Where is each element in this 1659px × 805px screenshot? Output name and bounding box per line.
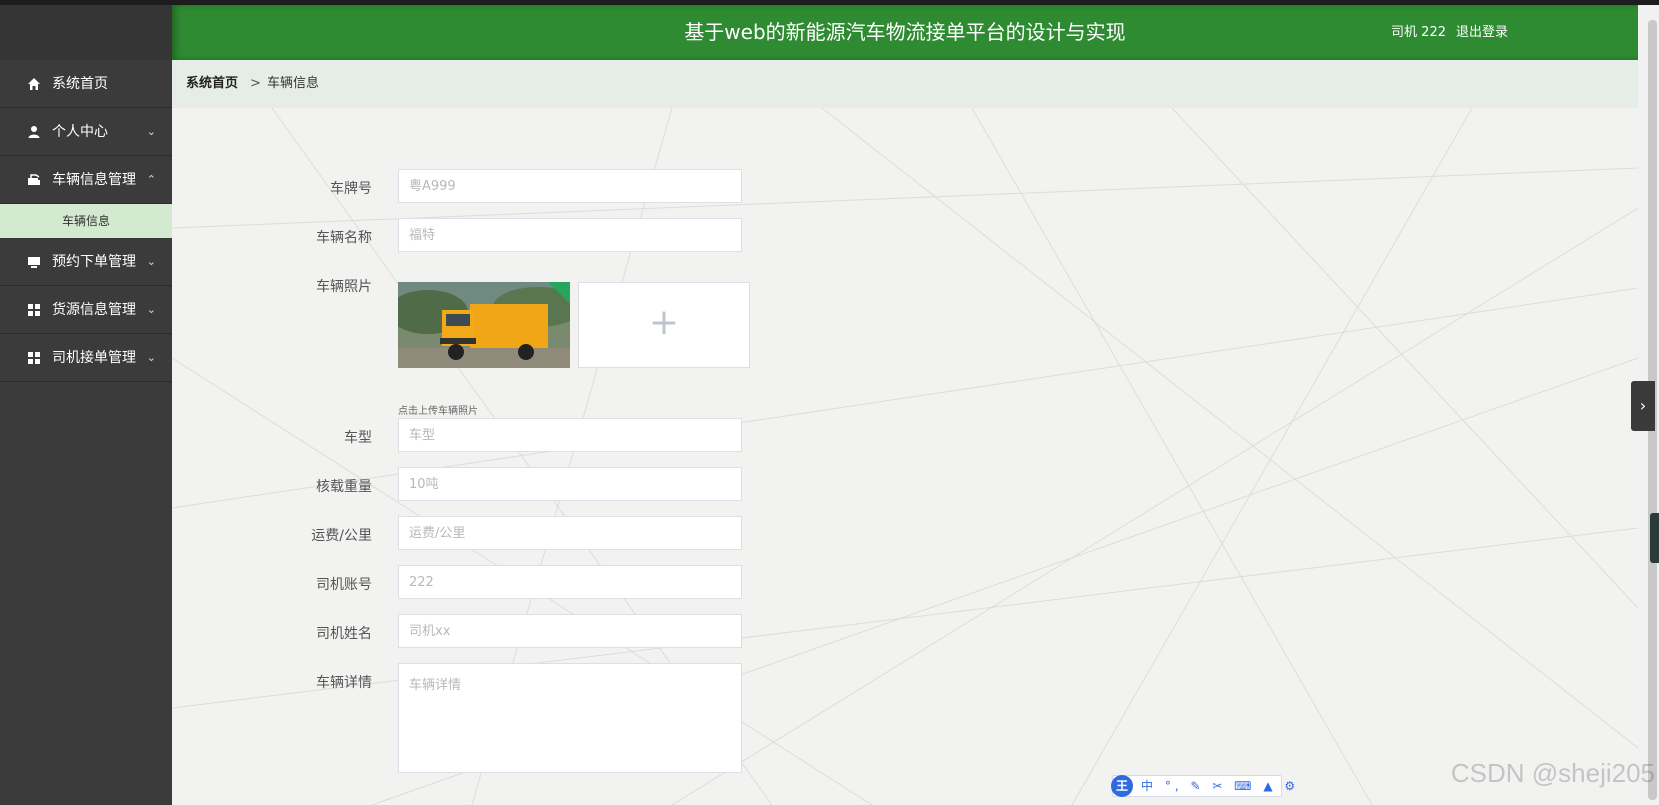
breadcrumb-separator: > — [250, 76, 261, 91]
ime-tool-icons[interactable]: 中 °, ✎ ✂ ⌨ ▲ ⚙ — [1141, 776, 1299, 796]
monitor-icon — [28, 257, 40, 268]
breadcrumb: 系统首页 > 车辆信息 — [172, 60, 1638, 108]
sidebar-logo-area — [0, 5, 172, 60]
driver-account-input[interactable] — [398, 565, 742, 599]
driver-account-label: 司机账号 — [316, 577, 372, 593]
chevron-down-icon: ⌄ — [146, 351, 156, 364]
upload-hint: 点击上传车辆照片 — [398, 406, 478, 417]
ime-toolbar[interactable]: 王 中 °, ✎ ✂ ⌨ ▲ ⚙ — [1111, 775, 1295, 797]
sidebar-item-label: 预约下单管理 — [52, 254, 136, 270]
vehicle-name-label: 车辆名称 — [316, 230, 372, 246]
load-capacity-label: 核载重量 — [316, 479, 372, 495]
vehicle-detail-label: 车辆详情 — [316, 675, 372, 691]
sidebar-item-booking-management[interactable]: 预约下单管理 ⌄ — [0, 238, 172, 286]
vehicle-icon — [28, 174, 40, 185]
breadcrumb-home-link[interactable]: 系统首页 — [186, 60, 238, 108]
current-user: 司机 222 — [1391, 25, 1446, 40]
sidebar-item-label: 系统首页 — [52, 76, 108, 92]
load-capacity-input[interactable] — [398, 467, 742, 501]
driver-name-input[interactable] — [398, 614, 742, 648]
side-handle[interactable] — [1650, 513, 1659, 563]
grid-icon — [28, 304, 40, 316]
sidebar-subitem-vehicle-info[interactable]: 车辆信息 — [0, 204, 172, 238]
logout-button[interactable]: 退出登录 — [1456, 5, 1508, 60]
truck-photo — [398, 282, 570, 368]
home-icon — [28, 78, 40, 90]
plus-icon: + — [648, 302, 680, 343]
breadcrumb-current: 车辆信息 — [267, 76, 320, 91]
background-pattern — [172, 108, 1638, 805]
sidebar-subitem-label: 车辆信息 — [62, 214, 111, 228]
page: 系统首页 个人中心 ⌄ 车辆信息管理 ⌃ 车辆信息 预约下单管理 ⌄ 货源信息管… — [0, 0, 1659, 805]
top-header: 基于web的新能源汽车物流接单平台的设计与实现 司机 222 退出登录 — [172, 5, 1638, 60]
vehicle-detail-textarea[interactable] — [398, 663, 742, 773]
sidebar-item-label: 车辆信息管理 — [52, 172, 136, 188]
chevron-down-icon: ⌄ — [146, 255, 156, 268]
sidebar-item-cargo-management[interactable]: 货源信息管理 ⌄ — [0, 286, 172, 334]
vehicle-type-label: 车型 — [344, 430, 372, 446]
chevron-right-icon: › — [1639, 396, 1647, 415]
sidebar-item-vehicle-management[interactable]: 车辆信息管理 ⌃ — [0, 156, 172, 204]
vehicle-name-input[interactable] — [398, 218, 742, 252]
plate-label: 车牌号 — [330, 181, 372, 197]
photo-upload-button[interactable]: + — [578, 282, 750, 368]
sidebar-item-personal-center[interactable]: 个人中心 ⌄ — [0, 108, 172, 156]
user-icon — [28, 126, 40, 138]
main-content: 车牌号 车辆名称 车辆照片 + 点击上传车辆照片 — [172, 108, 1638, 805]
freight-rate-input[interactable] — [398, 516, 742, 550]
vehicle-photo-label: 车辆照片 — [316, 279, 372, 295]
ime-logo-icon[interactable]: 王 — [1111, 775, 1133, 797]
watermark: CSDN @sheji205 — [1450, 758, 1655, 788]
vehicle-type-input[interactable] — [398, 418, 742, 452]
sidebar-item-label: 货源信息管理 — [52, 302, 136, 318]
sidebar: 系统首页 个人中心 ⌄ 车辆信息管理 ⌃ 车辆信息 预约下单管理 ⌄ 货源信息管… — [0, 5, 172, 805]
chevron-up-icon: ⌃ — [146, 173, 156, 186]
freight-rate-label: 运费/公里 — [311, 528, 372, 544]
grid-icon — [28, 352, 40, 364]
sidebar-item-label: 个人中心 — [52, 124, 108, 140]
sidebar-item-driver-orders[interactable]: 司机接单管理 ⌄ — [0, 334, 172, 382]
sidebar-item-label: 司机接单管理 — [52, 350, 136, 366]
vehicle-photo-thumbnail[interactable] — [398, 282, 570, 368]
side-panel-toggle-button[interactable]: › — [1631, 381, 1655, 431]
chevron-down-icon: ⌄ — [146, 303, 156, 316]
sidebar-item-home[interactable]: 系统首页 — [0, 60, 172, 108]
plate-number-input[interactable] — [398, 169, 742, 203]
chevron-down-icon: ⌄ — [146, 125, 156, 138]
driver-name-label: 司机姓名 — [316, 626, 372, 642]
